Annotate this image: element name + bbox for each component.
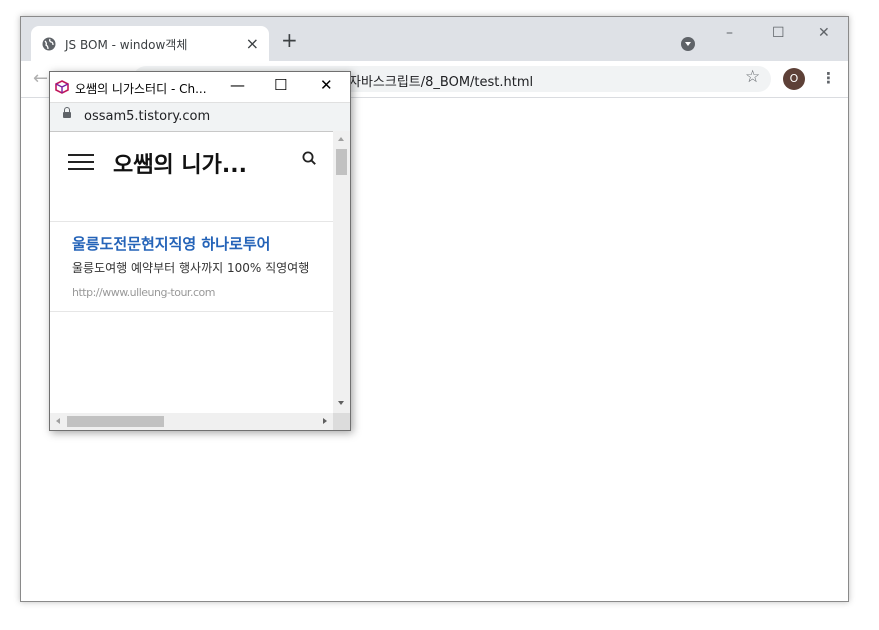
scroll-down-arrow-icon[interactable] (338, 401, 344, 405)
popup-window: 오쌤의 니가스터디 - Ch... — ☐ ✕ ossam5.tistory.c… (49, 71, 351, 431)
scroll-left-arrow-icon[interactable] (56, 418, 60, 424)
scroll-right-arrow-icon[interactable] (323, 418, 327, 424)
ad-description: 울릉도여행 예약부터 행사까지 100% 직영여행 (72, 261, 310, 275)
divider (50, 221, 333, 222)
back-button[interactable]: ← (33, 68, 48, 89)
lock-icon[interactable] (63, 107, 71, 118)
search-icon[interactable] (302, 151, 316, 165)
address-url[interactable]: 자바스크립트/8_BOM/test.html (349, 71, 533, 90)
tab-title: JS BOM - window객체 (65, 38, 188, 52)
new-tab-button[interactable]: + (281, 30, 298, 50)
close-button[interactable]: ✕ (818, 25, 830, 41)
vertical-scroll-thumb[interactable] (336, 149, 347, 175)
popup-page: 오쌤의 니가... 울릉도전문현지직영 하나로투어 울릉도여행 예약부터 행사까… (50, 131, 333, 413)
horizontal-scrollbar[interactable] (50, 413, 333, 430)
popup-title: 오쌤의 니가스터디 - Ch... (75, 82, 207, 96)
maximize-button[interactable]: ☐ (772, 25, 785, 41)
tistory-cube-icon (55, 80, 69, 94)
popup-maximize-button[interactable]: ☐ (274, 76, 287, 94)
tab-search-icon[interactable] (681, 37, 695, 51)
ad-url[interactable]: http://www.ulleung-tour.com (72, 286, 215, 299)
profile-avatar[interactable]: O (783, 68, 805, 90)
tab-strip: JS BOM - window객체 × + – ☐ ✕ (21, 17, 848, 61)
divider (50, 311, 333, 312)
minimize-button[interactable]: – (726, 25, 733, 41)
scroll-corner (333, 413, 350, 430)
menu-kebab-icon[interactable]: ⋮ (821, 69, 836, 87)
popup-titlebar[interactable]: 오쌤의 니가스터디 - Ch... — ☐ ✕ (50, 72, 350, 102)
hamburger-menu-icon[interactable] (68, 154, 94, 170)
ad-title-link[interactable]: 울릉도전문현지직영 하나로투어 (72, 233, 270, 254)
vertical-scrollbar[interactable] (333, 131, 350, 413)
scroll-up-arrow-icon[interactable] (338, 137, 344, 141)
bookmark-star-icon[interactable]: ☆ (745, 67, 760, 87)
popup-minimize-button[interactable]: — (230, 76, 245, 94)
browser-tab[interactable]: JS BOM - window객체 × (31, 26, 269, 61)
popup-host: ossam5.tistory.com (84, 109, 211, 124)
site-title[interactable]: 오쌤의 니가... (113, 147, 247, 179)
tab-close-icon[interactable]: × (246, 34, 259, 53)
globe-icon (42, 37, 56, 51)
popup-close-button[interactable]: ✕ (320, 76, 333, 94)
popup-address-bar: ossam5.tistory.com (50, 102, 350, 132)
horizontal-scroll-thumb[interactable] (67, 416, 164, 427)
